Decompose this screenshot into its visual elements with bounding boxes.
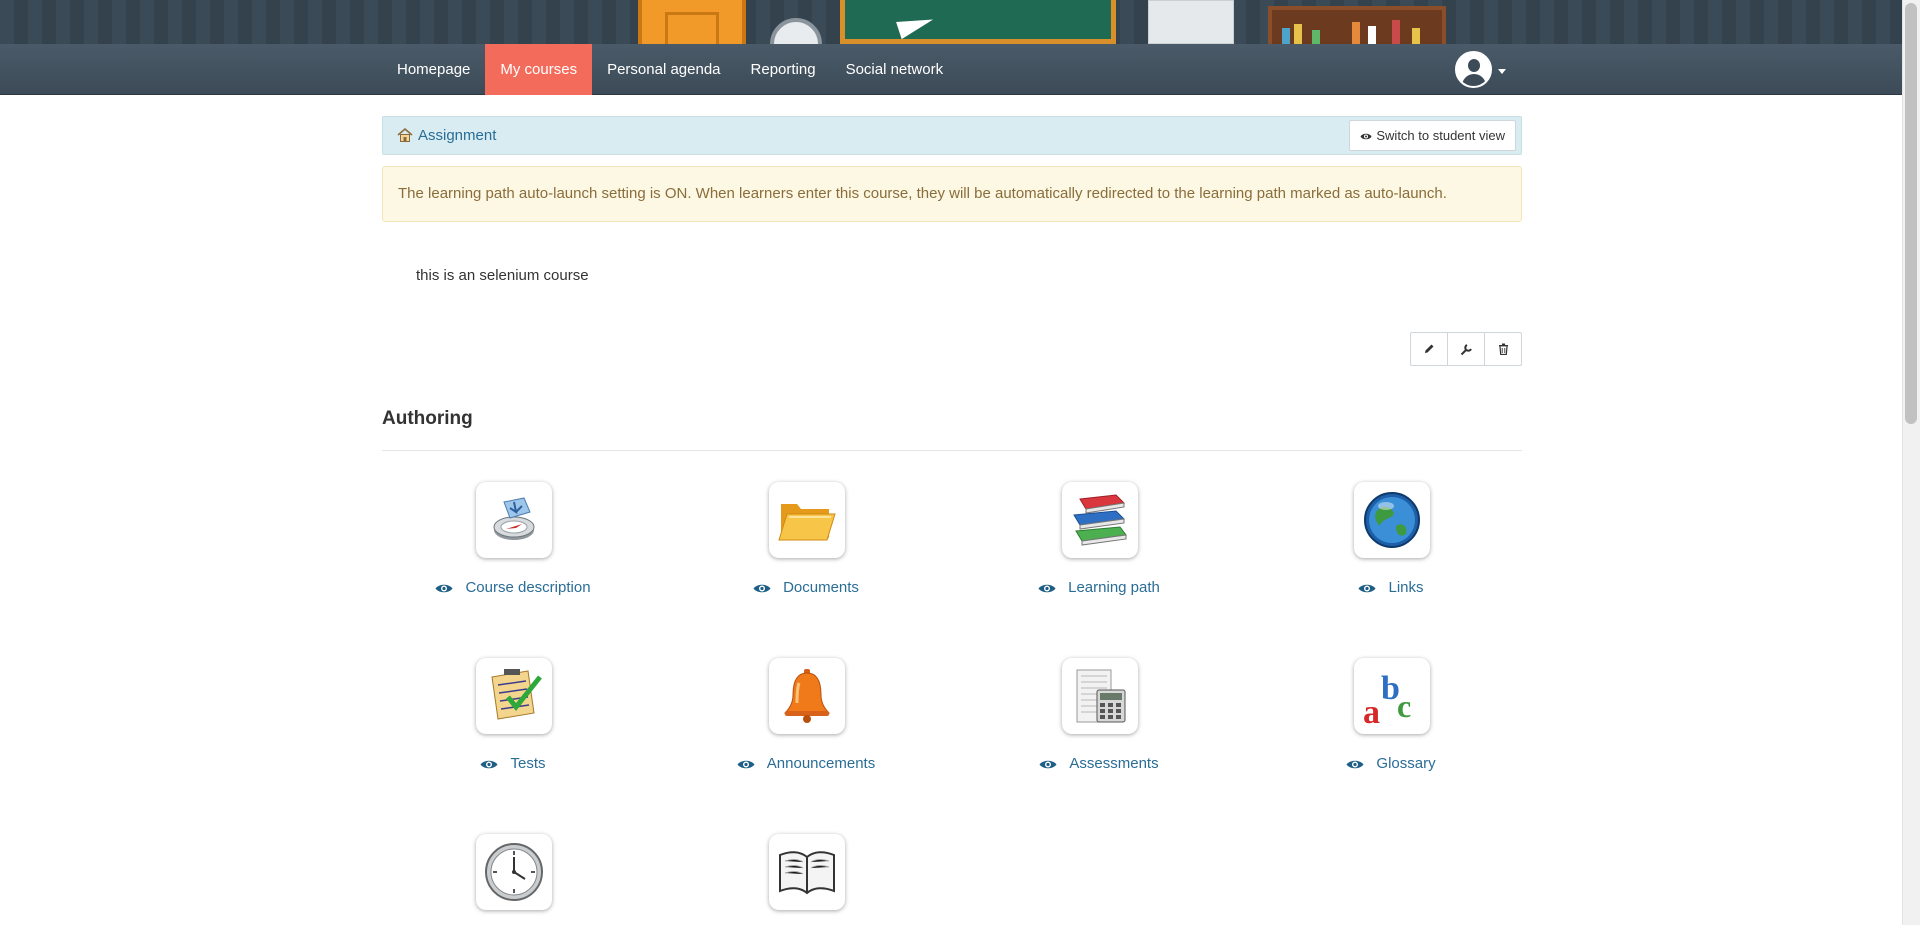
tool-tile-links[interactable] — [1354, 482, 1430, 558]
visibility-eye-icon[interactable] — [435, 583, 453, 594]
edit-intro-button[interactable] — [1410, 332, 1448, 366]
banner-clock-illustration — [770, 18, 822, 44]
user-avatar-icon[interactable] — [1455, 51, 1492, 88]
trash-icon — [1498, 343, 1508, 355]
svg-text:c: c — [1397, 688, 1411, 724]
nav-item-my-courses[interactable]: My courses — [485, 44, 593, 95]
visibility-eye-icon[interactable] — [1039, 759, 1057, 770]
nav-item-personal-agenda[interactable]: Personal agenda — [592, 44, 735, 95]
breadcrumb-course-link[interactable]: Assignment — [418, 127, 496, 144]
wrench-icon — [1460, 343, 1472, 355]
tool-tile-announcements[interactable] — [769, 658, 845, 734]
nav-item-social-network[interactable]: Social network — [831, 44, 959, 95]
folder-icon — [778, 504, 836, 541]
intro-action-buttons — [1410, 332, 1522, 366]
tool-label-links[interactable]: Links — [1388, 579, 1423, 596]
tool-tile-agenda[interactable] — [476, 834, 552, 910]
tool-tile-documents[interactable] — [769, 482, 845, 558]
tool-label-learning-path[interactable]: Learning path — [1068, 579, 1160, 596]
chevron-down-icon[interactable] — [1498, 69, 1506, 74]
tool-tile-course-description[interactable] — [476, 482, 552, 558]
tool-label-glossary[interactable]: Glossary — [1376, 755, 1435, 772]
delete-intro-button[interactable] — [1484, 332, 1522, 366]
tool-tile-learning-path[interactable] — [1062, 482, 1138, 558]
clock-icon — [485, 843, 543, 901]
tool-tile-assessments[interactable] — [1062, 658, 1138, 734]
eye-icon — [1360, 133, 1372, 140]
tool-tile-wiki[interactable] — [769, 834, 845, 910]
visibility-eye-icon[interactable] — [753, 583, 771, 594]
compass-icon — [493, 497, 535, 540]
calculator-icon — [1076, 669, 1126, 723]
course-intro-text: this is an selenium course — [416, 267, 589, 284]
books-icon — [1073, 494, 1127, 546]
section-title-authoring: Authoring — [382, 408, 473, 429]
page-scrollbar-thumb[interactable] — [1905, 3, 1917, 424]
tool-label-tests[interactable]: Tests — [510, 755, 545, 772]
abc-icon: a b c — [1363, 670, 1411, 727]
banner-paper-illustration — [1148, 0, 1234, 44]
visibility-eye-icon[interactable] — [1038, 583, 1056, 594]
auto-launch-alert: The learning path auto-launch setting is… — [382, 166, 1522, 222]
section-divider — [382, 450, 1522, 451]
svg-text:a: a — [1363, 694, 1380, 727]
nav-item-homepage[interactable]: Homepage — [382, 44, 485, 95]
switch-to-student-view-label: Switch to student view — [1376, 128, 1505, 143]
header-banner — [0, 0, 1902, 44]
tool-label-course-description[interactable]: Course description — [465, 579, 590, 596]
switch-to-student-view-button[interactable]: Switch to student view — [1349, 120, 1516, 151]
tool-tile-tests[interactable] — [476, 658, 552, 734]
banner-bookshelf-illustration — [1268, 6, 1446, 44]
pencil-icon — [1425, 344, 1434, 353]
home-icon[interactable] — [397, 127, 413, 143]
breadcrumb: Assignment Switch to student view — [382, 116, 1522, 155]
visibility-eye-icon[interactable] — [480, 759, 498, 770]
tool-tile-glossary[interactable]: a b c — [1354, 658, 1430, 734]
main-navbar: Homepage My courses Personal agenda Repo… — [0, 44, 1902, 95]
nav-item-reporting[interactable]: Reporting — [736, 44, 831, 95]
open-book-icon — [779, 851, 835, 895]
tool-label-assessments[interactable]: Assessments — [1069, 755, 1158, 772]
banner-chalkboard-illustration — [840, 0, 1116, 44]
course-settings-button[interactable] — [1447, 332, 1485, 366]
bell-icon — [783, 669, 831, 723]
visibility-eye-icon[interactable] — [737, 759, 755, 770]
tool-label-documents[interactable]: Documents — [783, 579, 859, 596]
globe-icon — [1364, 492, 1420, 548]
tool-label-announcements[interactable]: Announcements — [767, 755, 875, 772]
checklist-icon — [491, 669, 542, 720]
nav-menu: Homepage My courses Personal agenda Repo… — [382, 44, 958, 95]
visibility-eye-icon[interactable] — [1358, 583, 1376, 594]
visibility-eye-icon[interactable] — [1346, 759, 1364, 770]
